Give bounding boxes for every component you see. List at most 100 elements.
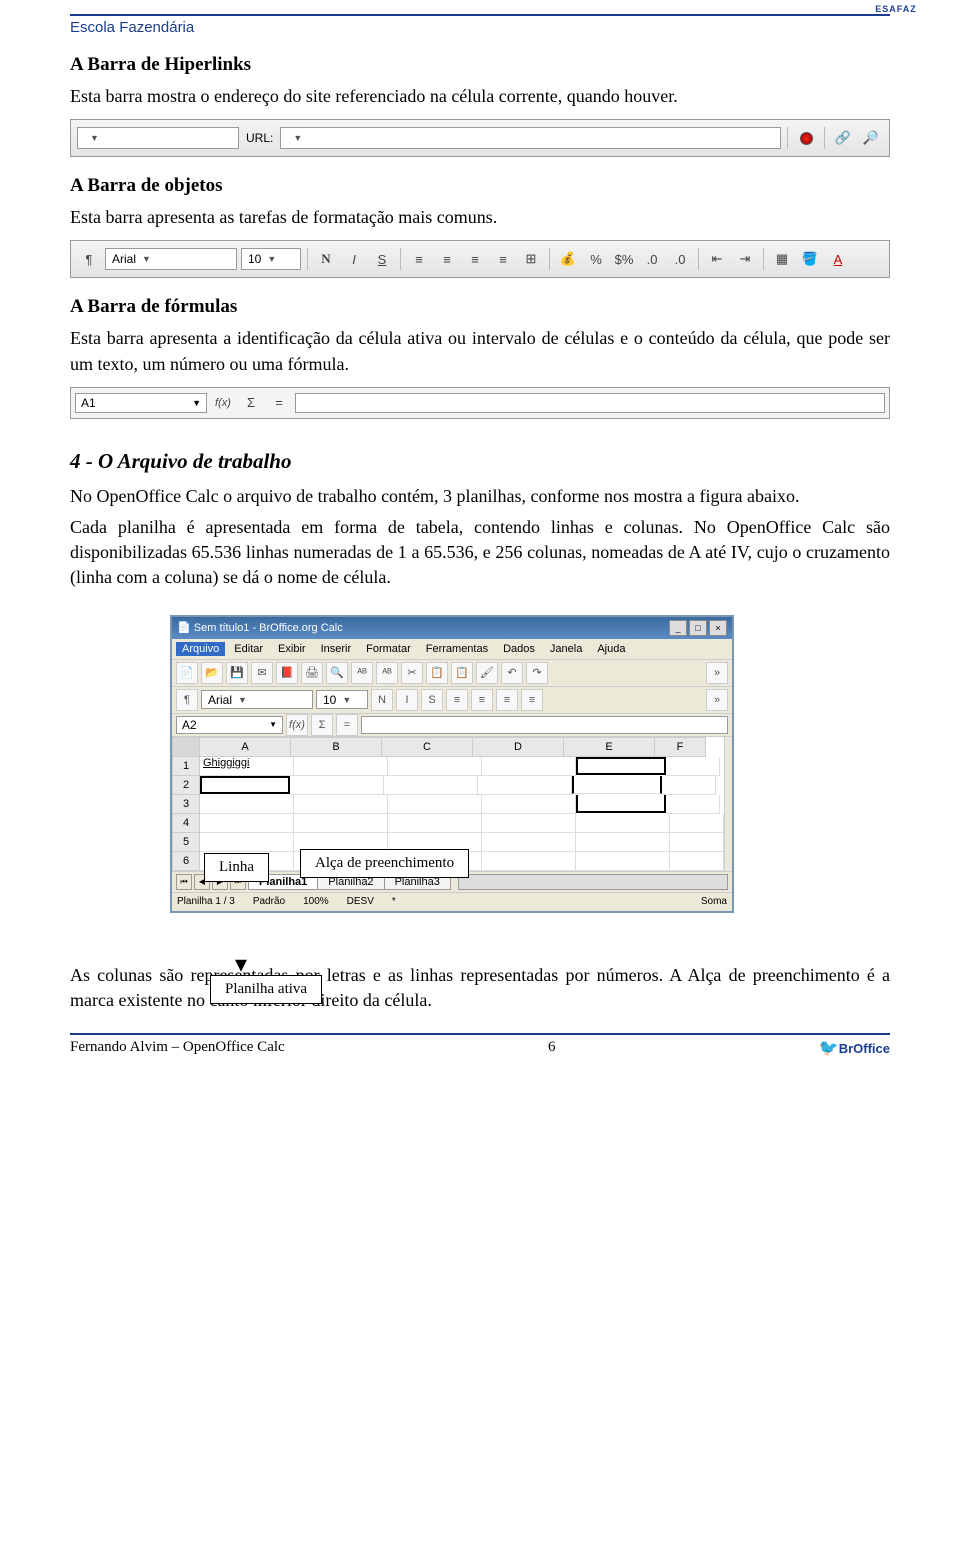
eq-mini[interactable]: =: [336, 714, 358, 736]
function-wizard-icon[interactable]: f(x): [211, 391, 235, 415]
menu-arquivo[interactable]: Arquivo: [176, 642, 225, 656]
size-dropdown-mini[interactable]: 10▼: [316, 690, 368, 709]
toolbar-more-icon[interactable]: »: [706, 662, 728, 684]
format-more-icon[interactable]: »: [706, 689, 728, 711]
col-header-a[interactable]: A: [200, 737, 291, 757]
menu-editar[interactable]: Editar: [228, 642, 269, 656]
find-icon[interactable]: 🔎: [859, 126, 883, 150]
pdf-icon[interactable]: 📕: [276, 662, 298, 684]
sigma-mini[interactable]: Σ: [311, 714, 333, 736]
link-icon[interactable]: 🔗: [831, 126, 855, 150]
mail-icon[interactable]: ✉: [251, 662, 273, 684]
brush-icon[interactable]: 🖌: [476, 662, 498, 684]
url-label: URL:: [246, 131, 273, 145]
font-dropdown-mini[interactable]: Arial▼: [201, 690, 313, 709]
col-header-b[interactable]: B: [291, 737, 382, 757]
status-modified: *: [392, 896, 396, 907]
al-left-mini[interactable]: ≡: [446, 689, 468, 711]
vertical-scrollbar[interactable]: [724, 737, 732, 871]
menu-ajuda[interactable]: Ajuda: [591, 642, 631, 656]
menu-exibir[interactable]: Exibir: [272, 642, 312, 656]
col-header-f[interactable]: F: [655, 737, 706, 757]
align-left-icon[interactable]: ≡: [407, 247, 431, 271]
url-input[interactable]: ▼: [280, 127, 781, 149]
new-icon[interactable]: 📄: [176, 662, 198, 684]
autocheck-icon[interactable]: ᴬᴮ: [376, 662, 398, 684]
fill-color-icon[interactable]: 🪣: [798, 247, 822, 271]
preview-icon[interactable]: 🔍: [326, 662, 348, 684]
al-right-mini[interactable]: ≡: [496, 689, 518, 711]
italic-button[interactable]: I: [342, 247, 366, 271]
undo-icon[interactable]: ↶: [501, 662, 523, 684]
broffice-logo: 🐦BrOffice: [819, 1038, 890, 1058]
underline-mini[interactable]: S: [421, 689, 443, 711]
font-name-dropdown[interactable]: Arial▼: [105, 248, 237, 270]
menu-formatar[interactable]: Formatar: [360, 642, 417, 656]
annotation-linha: Linha: [204, 853, 269, 882]
indent-decrease-icon[interactable]: ⇤: [705, 247, 729, 271]
cut-icon[interactable]: ✂: [401, 662, 423, 684]
col-header-e[interactable]: E: [564, 737, 655, 757]
al-center-mini[interactable]: ≡: [471, 689, 493, 711]
row-headers: 1 2 3 4 5 6: [172, 737, 200, 871]
percent-icon[interactable]: %: [584, 247, 608, 271]
borders-icon[interactable]: ▦: [770, 247, 794, 271]
formula-input-mini[interactable]: [361, 716, 728, 734]
row-header-5[interactable]: 5: [172, 833, 200, 852]
dec-decrease-icon[interactable]: .0: [668, 247, 692, 271]
menu-inserir[interactable]: Inserir: [315, 642, 358, 656]
menu-janela[interactable]: Janela: [544, 642, 588, 656]
col-header-d[interactable]: D: [473, 737, 564, 757]
equals-icon[interactable]: =: [267, 391, 291, 415]
row-header-3[interactable]: 3: [172, 795, 200, 814]
italic-mini[interactable]: I: [396, 689, 418, 711]
number-format-icon[interactable]: $%: [612, 247, 636, 271]
tab-first-icon[interactable]: ⏮: [176, 874, 192, 890]
cellref-mini[interactable]: A2▼: [176, 716, 283, 734]
bold-button[interactable]: N: [314, 247, 338, 271]
styles-mini-icon[interactable]: ¶: [176, 689, 198, 711]
col-header-c[interactable]: C: [382, 737, 473, 757]
cell-a2-active[interactable]: [200, 776, 290, 794]
indent-increase-icon[interactable]: ⇥: [733, 247, 757, 271]
open-icon[interactable]: 📂: [201, 662, 223, 684]
align-right-icon[interactable]: ≡: [463, 247, 487, 271]
row-header-4[interactable]: 4: [172, 814, 200, 833]
font-color-icon[interactable]: A: [826, 247, 850, 271]
align-center-icon[interactable]: ≡: [435, 247, 459, 271]
styles-icon[interactable]: ¶: [77, 247, 101, 271]
save-icon[interactable]: 💾: [226, 662, 248, 684]
row-header-1[interactable]: 1: [172, 757, 200, 776]
print-icon[interactable]: 🖨: [301, 662, 323, 684]
target-icon[interactable]: [794, 126, 818, 150]
row-header-2[interactable]: 2: [172, 776, 200, 795]
fx-mini[interactable]: f(x): [286, 714, 308, 736]
underline-button[interactable]: S: [370, 247, 394, 271]
copy-icon[interactable]: 📋: [426, 662, 448, 684]
section-workfile-p2: Cada planilha é apresentada em forma de …: [70, 515, 890, 591]
paste-icon[interactable]: 📋: [451, 662, 473, 684]
cell-a1[interactable]: Ghiggiggi: [200, 757, 294, 776]
hyperlink-name-dropdown[interactable]: ▼: [77, 127, 239, 149]
menu-dados[interactable]: Dados: [497, 642, 541, 656]
bold-mini[interactable]: N: [371, 689, 393, 711]
status-mode: DESV: [347, 896, 374, 907]
horizontal-scrollbar[interactable]: [458, 874, 728, 890]
formula-input[interactable]: [295, 393, 885, 413]
close-button[interactable]: ×: [709, 620, 727, 636]
currency-icon[interactable]: 💰: [556, 247, 580, 271]
arrow-down-icon: ▾: [235, 950, 247, 979]
spellcheck-abc-icon[interactable]: ᴬᴮ: [351, 662, 373, 684]
sum-icon[interactable]: Σ: [239, 391, 263, 415]
merge-icon[interactable]: ⊞: [519, 247, 543, 271]
row-header-6[interactable]: 6: [172, 852, 200, 871]
align-justify-icon[interactable]: ≡: [491, 247, 515, 271]
dec-increase-icon[interactable]: .0: [640, 247, 664, 271]
redo-icon[interactable]: ↷: [526, 662, 548, 684]
minimize-button[interactable]: _: [669, 620, 687, 636]
al-just-mini[interactable]: ≡: [521, 689, 543, 711]
maximize-button[interactable]: □: [689, 620, 707, 636]
cell-reference-box[interactable]: A1▼: [75, 393, 207, 413]
menu-ferramentas[interactable]: Ferramentas: [420, 642, 494, 656]
font-size-dropdown[interactable]: 10▼: [241, 248, 301, 270]
